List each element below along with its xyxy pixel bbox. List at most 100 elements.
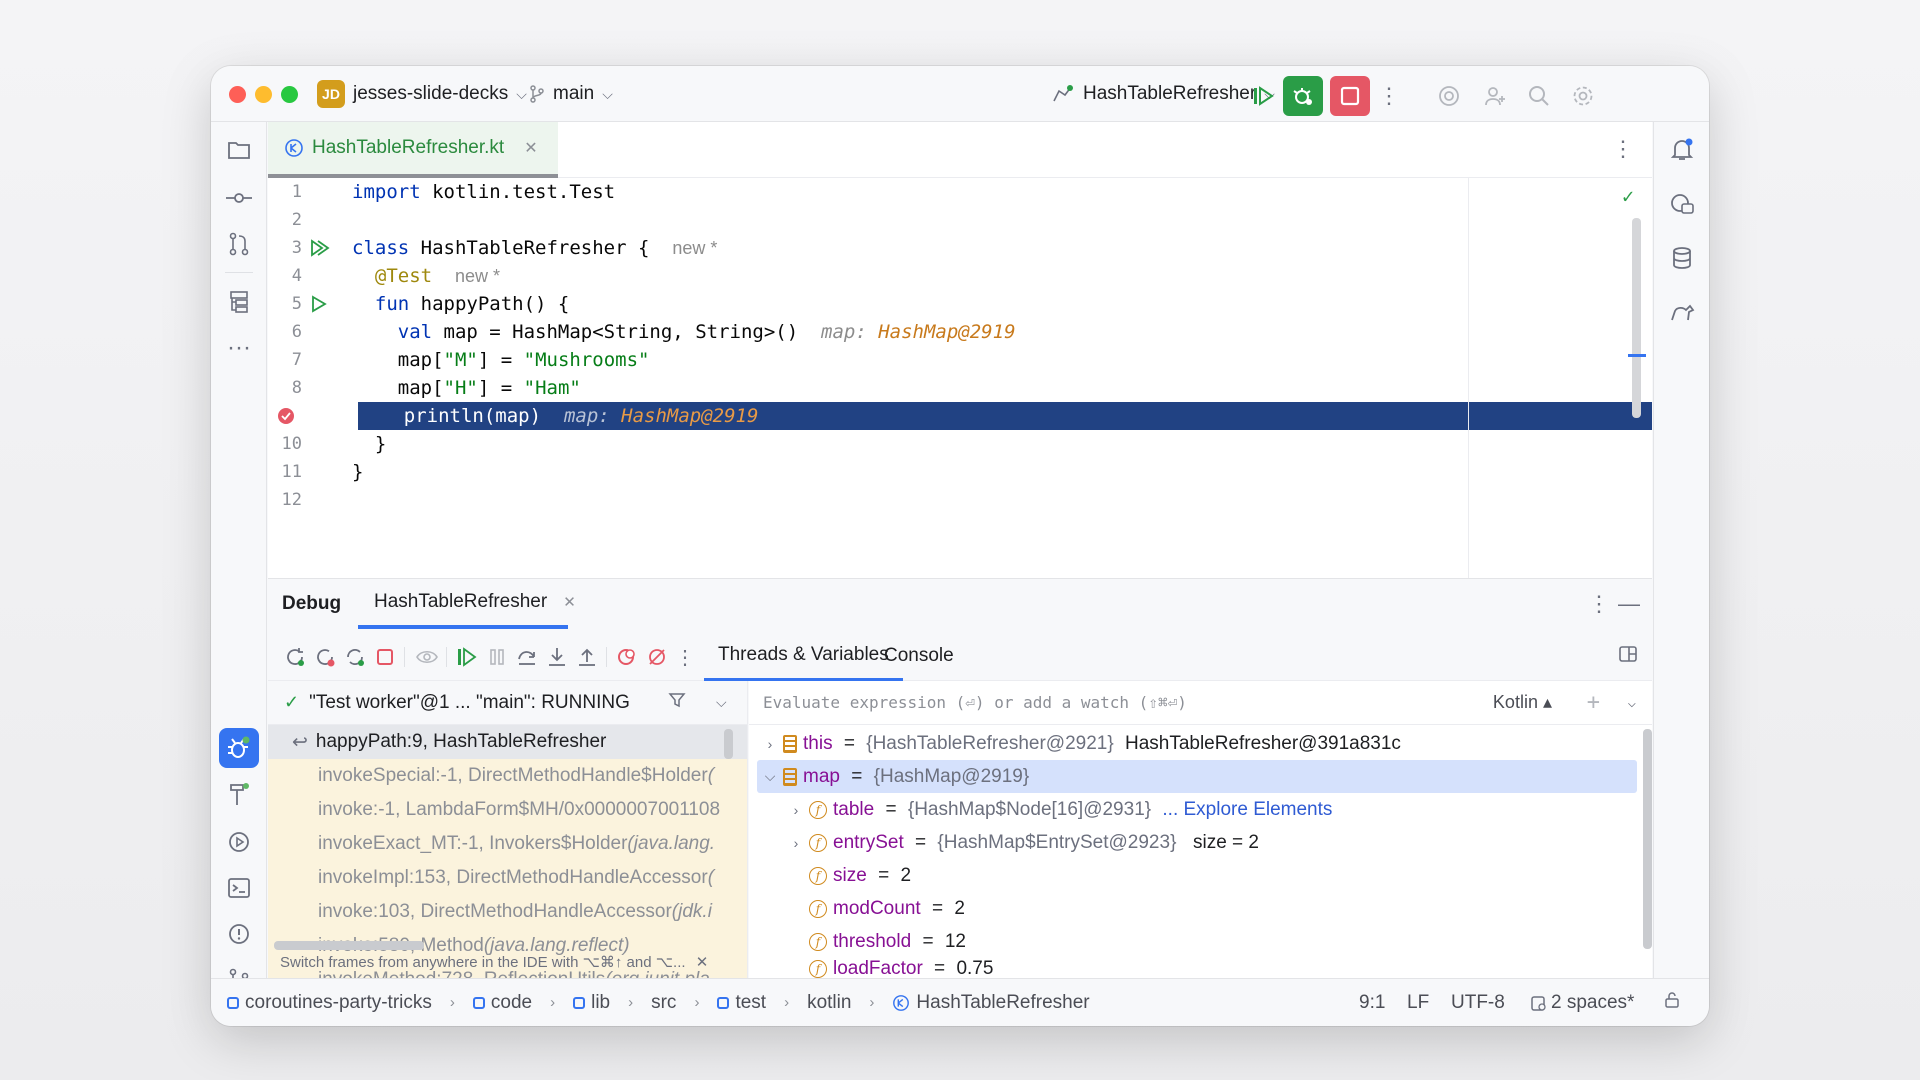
ai-assistant-button[interactable] (1429, 76, 1469, 116)
chevron-down-icon[interactable]: ⌵ (716, 694, 727, 711)
ai-chat-button[interactable] (1662, 184, 1702, 224)
resume-button[interactable] (1243, 76, 1283, 116)
code-with-me-button[interactable] (1475, 76, 1515, 116)
breakpoint-icon[interactable] (276, 406, 296, 426)
rerun-failed-button[interactable] (312, 644, 338, 670)
close-window-button[interactable] (229, 86, 246, 103)
frames-vscrollbar[interactable] (724, 729, 733, 759)
commit-tool-button[interactable] (219, 178, 259, 218)
gradle-button[interactable] (1662, 292, 1702, 332)
more-tools-button[interactable]: ··· (219, 328, 259, 368)
frame-row[interactable]: invoke:-1, LambdaForm$MH/0x0000007001108 (268, 793, 747, 827)
variable-row-selected[interactable]: ⌵ map = {HashMap@2919} (757, 760, 1637, 793)
frame-row[interactable]: ↩ happyPath:9, HashTableRefresher (268, 725, 747, 759)
zoom-window-button[interactable] (281, 86, 298, 103)
variable-row[interactable]: › f entrySet = {HashMap$EntrySet@2923} si… (789, 826, 1259, 859)
frame-row[interactable]: invoke:103, DirectMethodHandleAccessor (… (268, 895, 747, 929)
editor-tabs-menu-button[interactable]: ⋮ (1612, 136, 1634, 162)
breadcrumb-item[interactable]: coroutines-party-tricks (245, 992, 432, 1014)
run-class-gutter-icon[interactable] (310, 239, 332, 257)
stop-debug-button[interactable] (372, 644, 398, 670)
view-all-breakpoints-button[interactable] (614, 644, 640, 670)
database-button[interactable] (1662, 238, 1702, 278)
breadcrumb-item[interactable]: lib (591, 992, 610, 1014)
chevron-down-icon[interactable]: ⌵ (763, 768, 777, 785)
branch-selector[interactable]: main ⌵ (529, 66, 613, 122)
step-over-button[interactable] (514, 644, 540, 670)
author-hint: new * (454, 266, 501, 286)
caret-position[interactable]: 9:1 (1359, 992, 1385, 1014)
code-editor[interactable]: 1 import kotlin.test.Test 2 3 class Hash… (268, 178, 1652, 578)
close-session-icon[interactable]: ✕ (563, 593, 576, 611)
file-encoding[interactable]: UTF-8 (1451, 992, 1505, 1014)
terminal-tool-button[interactable] (219, 868, 259, 908)
pull-requests-tool-button[interactable] (219, 224, 259, 264)
frames-hscrollbar[interactable] (274, 941, 424, 950)
thread-selector[interactable]: ✓ "Test worker"@1 ... "main": RUNNING ⌵ (268, 681, 747, 725)
search-everywhere-button[interactable] (1519, 76, 1559, 116)
step-into-button[interactable] (544, 644, 570, 670)
tab-console[interactable]: Console (870, 631, 968, 681)
code-token: @Test (374, 265, 433, 287)
view-breakpoints-button[interactable] (414, 644, 440, 670)
breadcrumb-item[interactable]: test (735, 992, 766, 1014)
chevron-down-icon[interactable]: ⌵ (1628, 695, 1636, 711)
debug-options-button[interactable]: ⋮ (1588, 591, 1610, 617)
variable-row[interactable]: f loadFactor = 0.75 (809, 958, 993, 979)
resume-program-button[interactable] (454, 644, 480, 670)
language-selector[interactable]: Kotlin ▴ (1493, 692, 1552, 713)
more-actions-button[interactable]: ⋮ (1369, 76, 1409, 116)
breadcrumb-item[interactable]: code (491, 992, 532, 1014)
breadcrumb-item[interactable]: HashTableRefresher (916, 992, 1089, 1014)
hide-panel-button[interactable]: — (1618, 591, 1640, 617)
build-tool-button[interactable] (219, 774, 259, 814)
notifications-button[interactable] (1662, 130, 1702, 170)
minimize-window-button[interactable] (255, 86, 272, 103)
debug-tool-button[interactable] (219, 728, 259, 768)
stop-button[interactable] (1330, 76, 1370, 116)
breadcrumb-item[interactable]: kotlin (807, 992, 851, 1014)
pause-button[interactable] (484, 644, 510, 670)
project-tool-button[interactable] (219, 130, 259, 170)
variable-row[interactable]: › f table = {HashMap$Node[16]@2931} ... E… (789, 793, 1333, 826)
frame-row[interactable]: invokeSpecial:-1, DirectMethodHandle$Hol… (268, 759, 747, 793)
problems-tool-button[interactable] (219, 914, 259, 954)
services-tool-button[interactable] (219, 822, 259, 862)
frame-row[interactable]: invokeImpl:153, DirectMethodHandleAccess… (268, 861, 747, 895)
rerun-button[interactable] (282, 644, 308, 670)
frame-row[interactable]: invokeExact_MT:-1, Invokers$Holder (java… (268, 827, 747, 861)
close-hint-icon[interactable]: ✕ (696, 954, 709, 971)
variable-row[interactable]: f modCount = 2 (809, 892, 965, 925)
variables-scrollbar[interactable] (1643, 729, 1652, 949)
evaluate-expression-field[interactable]: Evaluate expression (⏎) or add a watch (… (749, 681, 1652, 725)
mute-breakpoints-button[interactable] (644, 644, 670, 670)
more-debug-actions-button[interactable]: ⋮ (672, 644, 698, 670)
step-out-button[interactable] (574, 644, 600, 670)
chevron-right-icon[interactable]: › (763, 736, 777, 752)
editor-scrollbar[interactable] (1632, 218, 1641, 418)
breadcrumb-item[interactable]: src (651, 992, 676, 1014)
explore-elements-link[interactable]: ... Explore Elements (1157, 799, 1332, 821)
lock-icon[interactable] (1663, 991, 1681, 1015)
variable-row[interactable]: f size = 2 (809, 859, 911, 892)
variable-row[interactable]: › this = {HashTableRefresher@2921} HashT… (763, 727, 1401, 760)
debug-session-tab[interactable]: HashTableRefresher ✕ (358, 579, 576, 629)
indent-settings[interactable]: 2 spaces* (1529, 992, 1634, 1014)
project-selector[interactable]: JD jesses-slide-decks ⌵ (317, 66, 527, 122)
filter-icon[interactable] (668, 691, 686, 715)
toggle-auto-test-button[interactable] (342, 644, 368, 670)
chevron-right-icon[interactable]: › (789, 835, 803, 851)
author-hint: new * (672, 238, 718, 258)
line-separator[interactable]: LF (1407, 992, 1429, 1014)
chevron-right-icon[interactable]: › (789, 802, 803, 818)
add-watch-icon[interactable]: + (1587, 690, 1600, 715)
variable-row[interactable]: f threshold = 12 (809, 925, 966, 958)
structure-tool-button[interactable] (219, 282, 259, 322)
layout-settings-button[interactable] (1618, 644, 1638, 670)
rerun-debug-button[interactable] (1283, 76, 1323, 116)
editor-tab-hashtablerefresher[interactable]: HashTableRefresher.kt ✕ (268, 122, 558, 178)
close-tab-icon[interactable]: ✕ (524, 138, 537, 158)
run-test-gutter-icon[interactable] (310, 295, 328, 313)
run-config-selector[interactable]: HashTableRefresher ⌵ (1051, 66, 1275, 122)
settings-button[interactable] (1563, 76, 1603, 116)
